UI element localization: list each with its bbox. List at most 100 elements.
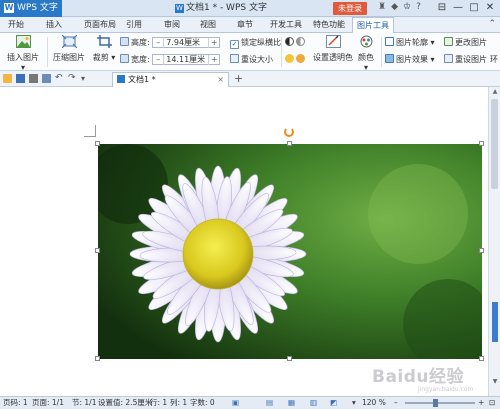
tab-features[interactable]: 特色功能 bbox=[309, 17, 349, 33]
brightness-button[interactable] bbox=[285, 36, 307, 49]
height-spinner[interactable]: –7.94厘米 + bbox=[152, 37, 221, 48]
ribbon-collapse-icon[interactable]: ⌃ bbox=[488, 19, 496, 29]
new-tab-button[interactable]: + bbox=[234, 72, 243, 85]
zoom-slider-thumb[interactable] bbox=[433, 399, 438, 407]
zoom-level[interactable]: 120 % bbox=[362, 397, 386, 409]
status-pages: 页面: 1/1 bbox=[32, 398, 64, 407]
insert-picture-button[interactable]: 插入图片 ▾ bbox=[4, 35, 42, 72]
read-view-icon[interactable]: ◩ bbox=[330, 397, 337, 409]
zoom-dropdown-icon[interactable]: ▾ bbox=[352, 397, 356, 409]
zoom-out-button[interactable]: – bbox=[394, 397, 398, 409]
insert-picture-icon bbox=[15, 35, 31, 48]
track-changes-icon[interactable]: ▣ bbox=[232, 397, 239, 409]
expand-icon[interactable]: ⊡ bbox=[489, 397, 495, 409]
brightness-adjust-button[interactable] bbox=[285, 53, 307, 66]
help-icon[interactable]: ? bbox=[416, 2, 421, 15]
height-icon bbox=[120, 37, 129, 46]
picture-outline-button[interactable]: 图片轮廓 ▾ bbox=[385, 36, 435, 49]
outline-icon bbox=[385, 37, 394, 46]
undo-icon[interactable]: ↶ bbox=[55, 74, 64, 83]
outline-view-icon[interactable]: ▦ bbox=[288, 397, 295, 409]
reset-size-button[interactable]: 重设大小 bbox=[230, 53, 273, 66]
login-button[interactable]: 未登录 bbox=[333, 2, 367, 15]
compress-picture-button[interactable]: 压缩图片 bbox=[52, 35, 86, 63]
web-view-icon[interactable]: ▥ bbox=[310, 397, 317, 409]
app-name: WPS 文字 bbox=[17, 3, 58, 13]
clothes-icon[interactable]: ♔ bbox=[403, 2, 411, 15]
set-transparent-button[interactable]: 设置透明色 bbox=[313, 35, 353, 63]
resize-handle[interactable] bbox=[287, 356, 292, 361]
close-button[interactable]: ✕ bbox=[482, 0, 498, 17]
width-input[interactable]: 14.11厘米 bbox=[163, 55, 210, 65]
close-tab-icon[interactable]: × bbox=[217, 73, 224, 87]
open-folder-icon[interactable] bbox=[3, 74, 12, 83]
more-button[interactable]: 环 bbox=[490, 53, 498, 66]
increment-button[interactable]: + bbox=[209, 55, 219, 65]
lock-ratio-checkbox[interactable]: ✓ 锁定纵横比 bbox=[230, 36, 281, 49]
rotate-handle-icon[interactable] bbox=[284, 127, 294, 137]
reset-picture-button[interactable]: 重设图片 bbox=[444, 53, 487, 66]
scroll-down-icon[interactable]: ▼ bbox=[491, 378, 499, 385]
tab-picture-tools[interactable]: 图片工具 bbox=[352, 17, 394, 33]
brightness-icon bbox=[296, 37, 305, 46]
tab-review[interactable]: 审阅 bbox=[160, 17, 184, 33]
save-icon[interactable] bbox=[16, 74, 25, 83]
divider bbox=[47, 37, 48, 67]
color-button[interactable]: 颜色 ▾ bbox=[355, 35, 377, 72]
sun-up-icon bbox=[285, 54, 294, 63]
height-field: 高度: –7.94厘米 + bbox=[120, 36, 221, 49]
redo-icon[interactable]: ↷ bbox=[68, 74, 77, 83]
chevron-down-icon[interactable]: ▾ bbox=[81, 74, 90, 83]
scroll-up-icon[interactable]: ▲ bbox=[491, 88, 499, 95]
status-words: 字数: 0 bbox=[190, 398, 215, 407]
skin-icon[interactable]: ♜ bbox=[378, 2, 386, 15]
effect-icon bbox=[385, 54, 394, 63]
reset-picture-label: 重设图片 bbox=[455, 55, 487, 64]
gem-icon[interactable]: ◆ bbox=[391, 2, 398, 15]
app-menu-button[interactable]: WWPS 文字 ▾ bbox=[0, 0, 62, 30]
width-spinner[interactable]: –14.11厘米 + bbox=[152, 54, 221, 65]
tab-developer[interactable]: 开发工具 bbox=[266, 17, 306, 33]
chevron-down-icon: ▾ bbox=[430, 55, 435, 64]
change-picture-label: 更改图片 bbox=[455, 38, 487, 47]
restore-icon[interactable]: ⊟ bbox=[434, 0, 450, 17]
document-tab[interactable]: 文档1 * × bbox=[112, 72, 229, 87]
wps-logo-icon: W bbox=[4, 3, 14, 13]
resize-handle[interactable] bbox=[479, 356, 484, 361]
decrement-button[interactable]: – bbox=[153, 38, 163, 48]
margin-corner-mark bbox=[84, 125, 96, 137]
vertical-scrollbar[interactable]: ▲ ▼ bbox=[488, 87, 500, 397]
minimize-button[interactable]: — bbox=[450, 0, 466, 17]
chevron-down-icon: ▾ bbox=[111, 53, 116, 62]
height-input[interactable]: 7.94厘米 bbox=[163, 38, 210, 48]
tab-reference[interactable]: 引用 bbox=[122, 17, 146, 33]
tab-home[interactable]: 开始 bbox=[4, 17, 28, 33]
resize-handle[interactable] bbox=[479, 248, 484, 253]
resize-handle[interactable] bbox=[95, 356, 100, 361]
print-preview-icon[interactable] bbox=[42, 74, 51, 83]
resize-handle[interactable] bbox=[287, 141, 292, 146]
tab-insert[interactable]: 插入 bbox=[42, 17, 66, 33]
tab-page-layout[interactable]: 页面布局 bbox=[80, 17, 120, 33]
status-col: 列: 1 bbox=[170, 398, 188, 407]
crop-button[interactable]: 裁剪 ▾ bbox=[92, 35, 116, 63]
scroll-thumb[interactable] bbox=[491, 99, 498, 189]
document-tab-bar: ↶ ↷ ▾ 文档1 * × + bbox=[0, 71, 500, 87]
zoom-slider[interactable] bbox=[405, 402, 475, 404]
daisy-photo[interactable] bbox=[98, 144, 482, 359]
resize-handle[interactable] bbox=[95, 248, 100, 253]
change-picture-button[interactable]: 更改图片 bbox=[444, 36, 487, 49]
page-view-icon[interactable]: ▤ bbox=[266, 397, 273, 409]
status-bar: 页码: 1 页面: 1/1 节: 1/1 设置值: 2.5厘米 行: 1 列: … bbox=[0, 396, 500, 409]
tab-section[interactable]: 章节 bbox=[233, 17, 257, 33]
increment-button[interactable]: + bbox=[209, 38, 219, 48]
maximize-button[interactable]: □ bbox=[466, 0, 482, 17]
resize-handle[interactable] bbox=[95, 141, 100, 146]
height-label: 高度: bbox=[131, 38, 150, 47]
resize-handle[interactable] bbox=[479, 141, 484, 146]
zoom-in-button[interactable]: + bbox=[478, 397, 484, 409]
print-icon[interactable] bbox=[29, 74, 38, 83]
tab-view[interactable]: 视图 bbox=[196, 17, 220, 33]
decrement-button[interactable]: – bbox=[153, 55, 163, 65]
picture-effect-button[interactable]: 图片效果 ▾ bbox=[385, 53, 435, 66]
